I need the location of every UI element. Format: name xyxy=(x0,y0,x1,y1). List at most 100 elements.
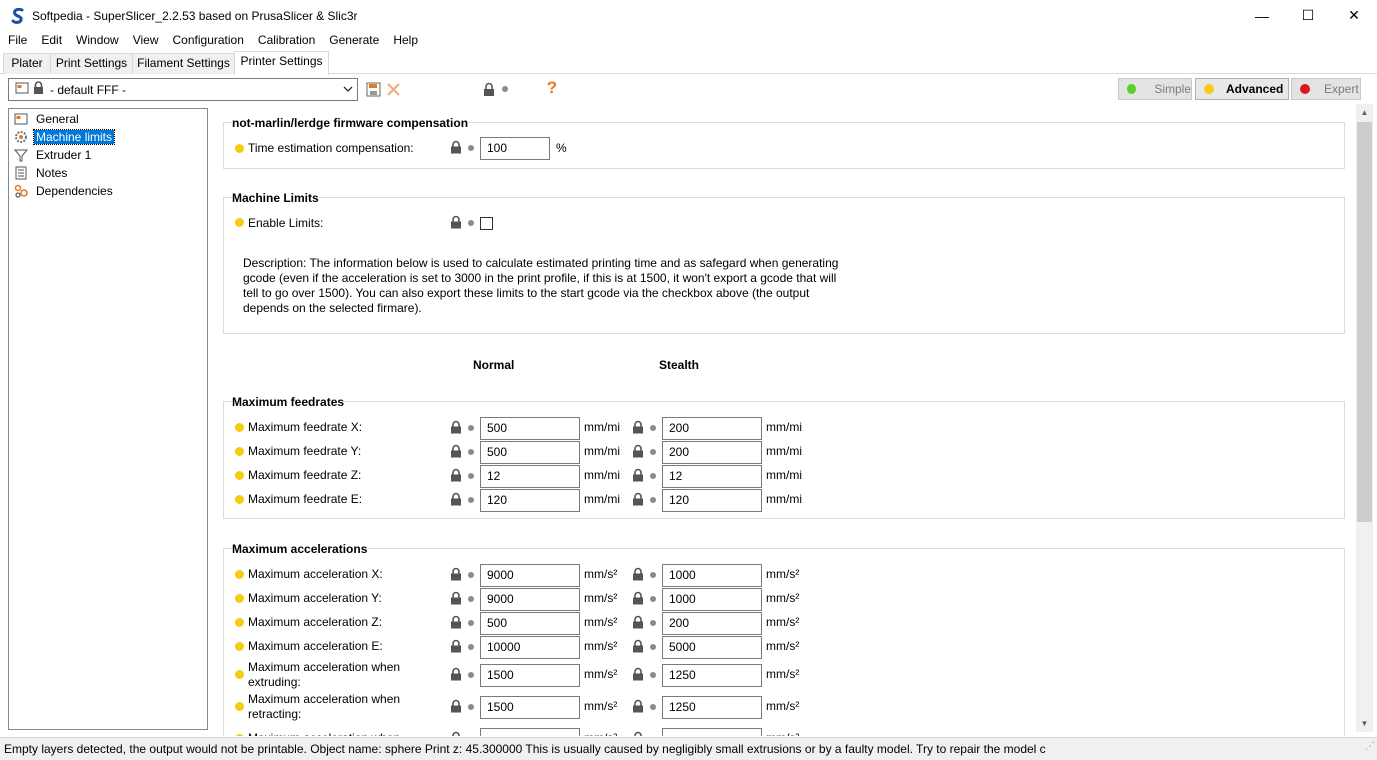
system-value-dot-icon[interactable] xyxy=(650,425,656,431)
system-value-dot-icon[interactable] xyxy=(650,572,656,578)
feedrates-stealth-input[interactable]: 12 xyxy=(662,465,762,488)
system-value-dot-icon[interactable] xyxy=(650,704,656,710)
system-value-dot-icon[interactable] xyxy=(650,672,656,678)
lock-icon[interactable] xyxy=(450,215,462,229)
accelerations-normal-input[interactable]: 9000 xyxy=(480,564,580,587)
feedrates-normal-input[interactable]: 12 xyxy=(480,465,580,488)
menu-window[interactable]: Window xyxy=(69,31,126,50)
lock-icon[interactable] xyxy=(450,420,462,434)
tab-printer-settings[interactable]: Printer Settings xyxy=(234,51,329,75)
lock-icon[interactable] xyxy=(450,444,462,458)
lock-icon[interactable] xyxy=(632,615,644,629)
lock-icon[interactable] xyxy=(450,667,462,681)
accelerations-normal-input[interactable]: 1500 xyxy=(480,696,580,719)
accelerations-normal-input[interactable]: 9000 xyxy=(480,588,580,611)
lock-icon[interactable] xyxy=(450,639,462,653)
lock-icon[interactable] xyxy=(632,492,644,506)
accelerations-normal-input[interactable] xyxy=(480,728,580,736)
save-preset-icon[interactable] xyxy=(365,81,381,97)
feedrates-normal-input[interactable]: 500 xyxy=(480,441,580,464)
scroll-down-icon[interactable]: ▼ xyxy=(1356,715,1373,732)
lock-icon[interactable] xyxy=(450,591,462,605)
menu-configuration[interactable]: Configuration xyxy=(166,31,251,50)
system-value-dot-icon[interactable] xyxy=(468,644,474,650)
accelerations-normal-input[interactable]: 10000 xyxy=(480,636,580,659)
system-value-dot-icon[interactable] xyxy=(650,449,656,455)
lock-icon[interactable] xyxy=(450,492,462,506)
lock-icon[interactable] xyxy=(450,699,462,713)
lock-icon[interactable] xyxy=(450,731,462,736)
system-value-dot-icon[interactable] xyxy=(468,145,474,151)
lock-icon[interactable] xyxy=(632,567,644,581)
scroll-up-icon[interactable]: ▲ xyxy=(1356,104,1373,121)
system-value-dot-icon[interactable] xyxy=(468,497,474,503)
system-value-dot-icon[interactable] xyxy=(650,596,656,602)
system-value-dot-icon[interactable] xyxy=(468,596,474,602)
mode-simple-button[interactable]: Simple xyxy=(1118,78,1192,100)
system-value-dot-icon[interactable] xyxy=(650,620,656,626)
tab-filament-settings[interactable]: Filament Settings xyxy=(132,53,235,74)
mode-expert-button[interactable]: Expert xyxy=(1291,78,1361,100)
lock-icon[interactable] xyxy=(632,468,644,482)
feedrates-normal-input[interactable]: 500 xyxy=(480,417,580,440)
accelerations-stealth-input[interactable] xyxy=(662,728,762,736)
accelerations-stealth-input[interactable]: 200 xyxy=(662,612,762,635)
accelerations-normal-input[interactable]: 1500 xyxy=(480,664,580,687)
accelerations-stealth-input[interactable]: 1250 xyxy=(662,664,762,687)
system-value-dot-icon[interactable] xyxy=(468,220,474,226)
menu-calibration[interactable]: Calibration xyxy=(251,31,322,50)
menu-generate[interactable]: Generate xyxy=(322,31,386,50)
tab-plater[interactable]: Plater xyxy=(3,53,51,74)
close-window-button[interactable]: ✕ xyxy=(1331,0,1377,31)
lock-icon[interactable] xyxy=(450,140,462,154)
lock-icon[interactable] xyxy=(450,567,462,581)
menu-edit[interactable]: Edit xyxy=(34,31,69,50)
menu-help[interactable]: Help xyxy=(386,31,425,50)
maximize-button[interactable]: ☐ xyxy=(1285,0,1331,31)
lock-icon[interactable] xyxy=(632,667,644,681)
enable-limits-checkbox[interactable] xyxy=(480,217,493,230)
lock-icon[interactable] xyxy=(632,699,644,713)
accelerations-stealth-input[interactable]: 1000 xyxy=(662,588,762,611)
system-value-dot-icon[interactable] xyxy=(468,704,474,710)
accelerations-stealth-input[interactable]: 1250 xyxy=(662,696,762,719)
lock-icon[interactable] xyxy=(632,444,644,458)
menu-view[interactable]: View xyxy=(126,31,166,50)
dot-legend-icon[interactable] xyxy=(502,86,508,92)
tree-item-dependencies[interactable]: Dependencies xyxy=(13,182,115,200)
system-value-dot-icon[interactable] xyxy=(468,572,474,578)
tree-item-extruder-1[interactable]: Extruder 1 xyxy=(13,146,93,164)
system-value-dot-icon[interactable] xyxy=(468,620,474,626)
feedrates-stealth-input[interactable]: 120 xyxy=(662,489,762,512)
system-value-dot-icon[interactable] xyxy=(650,644,656,650)
printer-preset-dropdown[interactable]: - default FFF - xyxy=(8,78,358,101)
lock-legend-icon[interactable] xyxy=(482,81,496,97)
system-value-dot-icon[interactable] xyxy=(468,425,474,431)
menu-file[interactable]: File xyxy=(0,31,34,50)
help-question-icon[interactable]: ? xyxy=(544,78,560,98)
lock-icon[interactable] xyxy=(632,420,644,434)
time-compensation-input[interactable]: 100 xyxy=(480,137,550,160)
accelerations-stealth-input[interactable]: 5000 xyxy=(662,636,762,659)
tab-print-settings[interactable]: Print Settings xyxy=(50,53,133,74)
lock-icon[interactable] xyxy=(632,591,644,605)
lock-icon[interactable] xyxy=(450,615,462,629)
system-value-dot-icon[interactable] xyxy=(650,497,656,503)
feedrates-normal-input[interactable]: 120 xyxy=(480,489,580,512)
tree-item-general[interactable]: General xyxy=(13,110,81,128)
feedrates-stealth-input[interactable]: 200 xyxy=(662,441,762,464)
system-value-dot-icon[interactable] xyxy=(468,672,474,678)
system-value-dot-icon[interactable] xyxy=(650,473,656,479)
mode-advanced-button[interactable]: Advanced xyxy=(1195,78,1289,100)
resize-grip-icon[interactable]: ⋰ xyxy=(1365,738,1375,758)
lock-icon[interactable] xyxy=(450,468,462,482)
system-value-dot-icon[interactable] xyxy=(468,473,474,479)
tree-item-notes[interactable]: Notes xyxy=(13,164,69,182)
scrollbar-thumb[interactable] xyxy=(1357,122,1372,522)
settings-scrollbar[interactable]: ▲ ▼ xyxy=(1356,104,1373,732)
lock-icon[interactable] xyxy=(632,639,644,653)
tree-item-machine-limits[interactable]: Machine limits xyxy=(13,128,116,146)
feedrates-stealth-input[interactable]: 200 xyxy=(662,417,762,440)
delete-preset-icon[interactable] xyxy=(385,81,401,97)
lock-icon[interactable] xyxy=(632,731,644,736)
